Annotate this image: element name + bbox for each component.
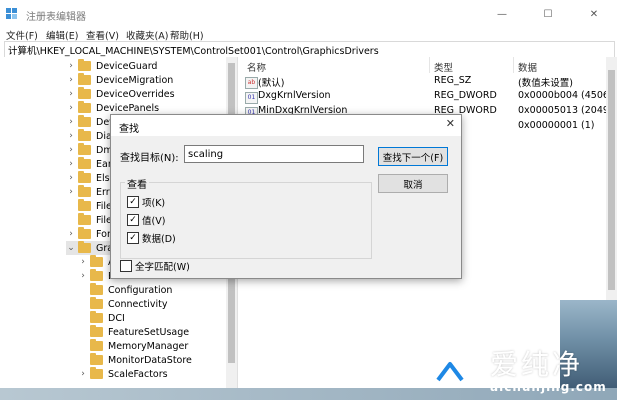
registry-editor-icon [6,8,17,19]
folder-icon [90,255,103,267]
chevron-right-icon[interactable]: › [66,229,76,239]
chevron-right-icon[interactable]: › [66,173,76,183]
cancel-button[interactable]: 取消 [378,174,448,193]
folder-icon [90,283,103,295]
values-checkbox[interactable]: ✓ 值(V) [127,213,165,227]
close-button[interactable]: ✕ [571,0,617,28]
look-at-label: 查看 [125,176,149,191]
tree-item[interactable]: › ScaleFactors [78,367,168,381]
folder-icon [90,325,103,337]
chevron-right-icon[interactable]: › [66,117,76,127]
checkmark-icon: ✓ [127,196,139,208]
chevron-right-icon[interactable]: › [66,145,76,155]
column-header-data[interactable]: 数据 [518,60,537,74]
find-what-input[interactable] [184,145,364,163]
folder-icon [78,101,91,113]
folder-icon [90,353,103,365]
tree-item[interactable]: DCI [78,311,125,325]
watermark-text-cn: 爱纯净 [490,348,584,381]
menu-file[interactable]: 文件(F) [6,28,38,42]
chevron-down-icon[interactable]: ⌄ [66,243,76,253]
tree-item[interactable]: Configuration [78,283,172,297]
value-row[interactable]: ab (默认) REG_SZ (数值未设置) [243,75,603,89]
find-what-label: 查找目标(N): [120,153,179,164]
folder-icon [78,227,91,239]
close-icon[interactable]: ✕ [446,117,455,130]
keys-checkbox[interactable]: ✓ 项(K) [127,195,165,209]
watermark-logo-icon [422,350,478,386]
folder-icon [78,59,91,71]
column-header-type[interactable]: 类型 [434,60,453,74]
tree-item[interactable]: MonitorDataStore [78,353,192,367]
tree-item[interactable]: › DeviceMigration [66,73,173,87]
folder-icon [78,157,91,169]
find-next-button[interactable]: 查找下一个(F) [378,147,448,166]
folder-icon [90,297,103,309]
find-dialog: 查找 ✕ 查找目标(N): 查找下一个(F) 取消 查看 ✓项(K) ✓值(V)… [110,114,462,279]
window-title: 注册表编辑器 [26,12,86,23]
column-header-name[interactable]: 名称 [247,60,266,74]
folder-icon [78,199,91,211]
menu-edit[interactable]: 编辑(E) [46,28,78,42]
dialog-body: 查找目标(N): 查找下一个(F) 取消 查看 ✓项(K) ✓值(V) ✓数据(… [111,136,461,278]
menu-view[interactable]: 查看(V) [86,28,119,42]
folder-icon [78,87,91,99]
chevron-right-icon[interactable]: › [66,187,76,197]
match-whole-string-checkbox[interactable]: 全字匹配(W) [120,259,190,273]
maximize-button[interactable]: ☐ [525,0,571,28]
column-divider[interactable] [513,57,514,73]
title-bar: 注册表编辑器 — ☐ ✕ [0,0,617,28]
minimize-button[interactable]: — [479,0,525,28]
tree-item[interactable]: FeatureSetUsage [78,325,189,339]
chevron-right-icon[interactable]: › [66,159,76,169]
folder-icon [78,143,91,155]
folder-icon [78,213,91,225]
tree-item[interactable]: › DeviceGuard [66,59,157,73]
chevron-right-icon[interactable]: › [78,369,88,379]
checkmark-icon: ✓ [127,214,139,226]
folder-icon [78,241,91,253]
menu-bar: 文件(F) 编辑(E) 查看(V) 收藏夹(A) 帮助(H) [0,28,617,42]
folder-icon [90,269,103,281]
tree-item[interactable]: › DevicePanels [66,101,159,115]
watermark-text-en: aichunjing.com [490,380,607,394]
tree-item[interactable]: › DeviceOverrides [66,87,175,101]
menu-favorites[interactable]: 收藏夹(A) [126,28,168,42]
folder-icon [90,311,103,323]
chevron-right-icon[interactable]: › [78,257,88,267]
folder-icon [78,129,91,141]
folder-icon [78,115,91,127]
values-scrollbar-thumb[interactable] [608,70,615,290]
data-checkbox[interactable]: ✓ 数据(D) [127,231,176,245]
chevron-right-icon[interactable]: › [66,131,76,141]
chevron-right-icon[interactable]: › [66,75,76,85]
folder-icon [90,339,103,351]
tree-item[interactable]: MemoryManager [78,339,188,353]
column-divider[interactable] [429,57,430,73]
folder-icon [78,185,91,197]
chevron-right-icon[interactable]: › [78,271,88,281]
chevron-right-icon[interactable]: › [66,89,76,99]
tree-item[interactable]: › Els [66,171,110,185]
checkmark-icon: ✓ [127,232,139,244]
chevron-right-icon[interactable]: › [66,103,76,113]
string-value-icon: ab [245,77,258,89]
chevron-right-icon[interactable]: › [66,61,76,71]
address-bar[interactable]: 计算机\HKEY_LOCAL_MACHINE\SYSTEM\ControlSet… [4,41,615,58]
tree-item[interactable]: Connectivity [78,297,168,311]
folder-icon [78,171,91,183]
menu-help[interactable]: 帮助(H) [170,28,204,42]
binary-value-icon: 01 [245,92,258,104]
dialog-title: 查找 [119,124,139,135]
folder-icon [78,73,91,85]
empty-checkbox-icon [120,260,132,272]
address-path: 计算机\HKEY_LOCAL_MACHINE\SYSTEM\ControlSet… [8,46,379,57]
value-row[interactable]: 01 DxgKrnlVersion REG_DWORD 0x0000b004 (… [243,90,617,104]
folder-icon [90,367,103,379]
